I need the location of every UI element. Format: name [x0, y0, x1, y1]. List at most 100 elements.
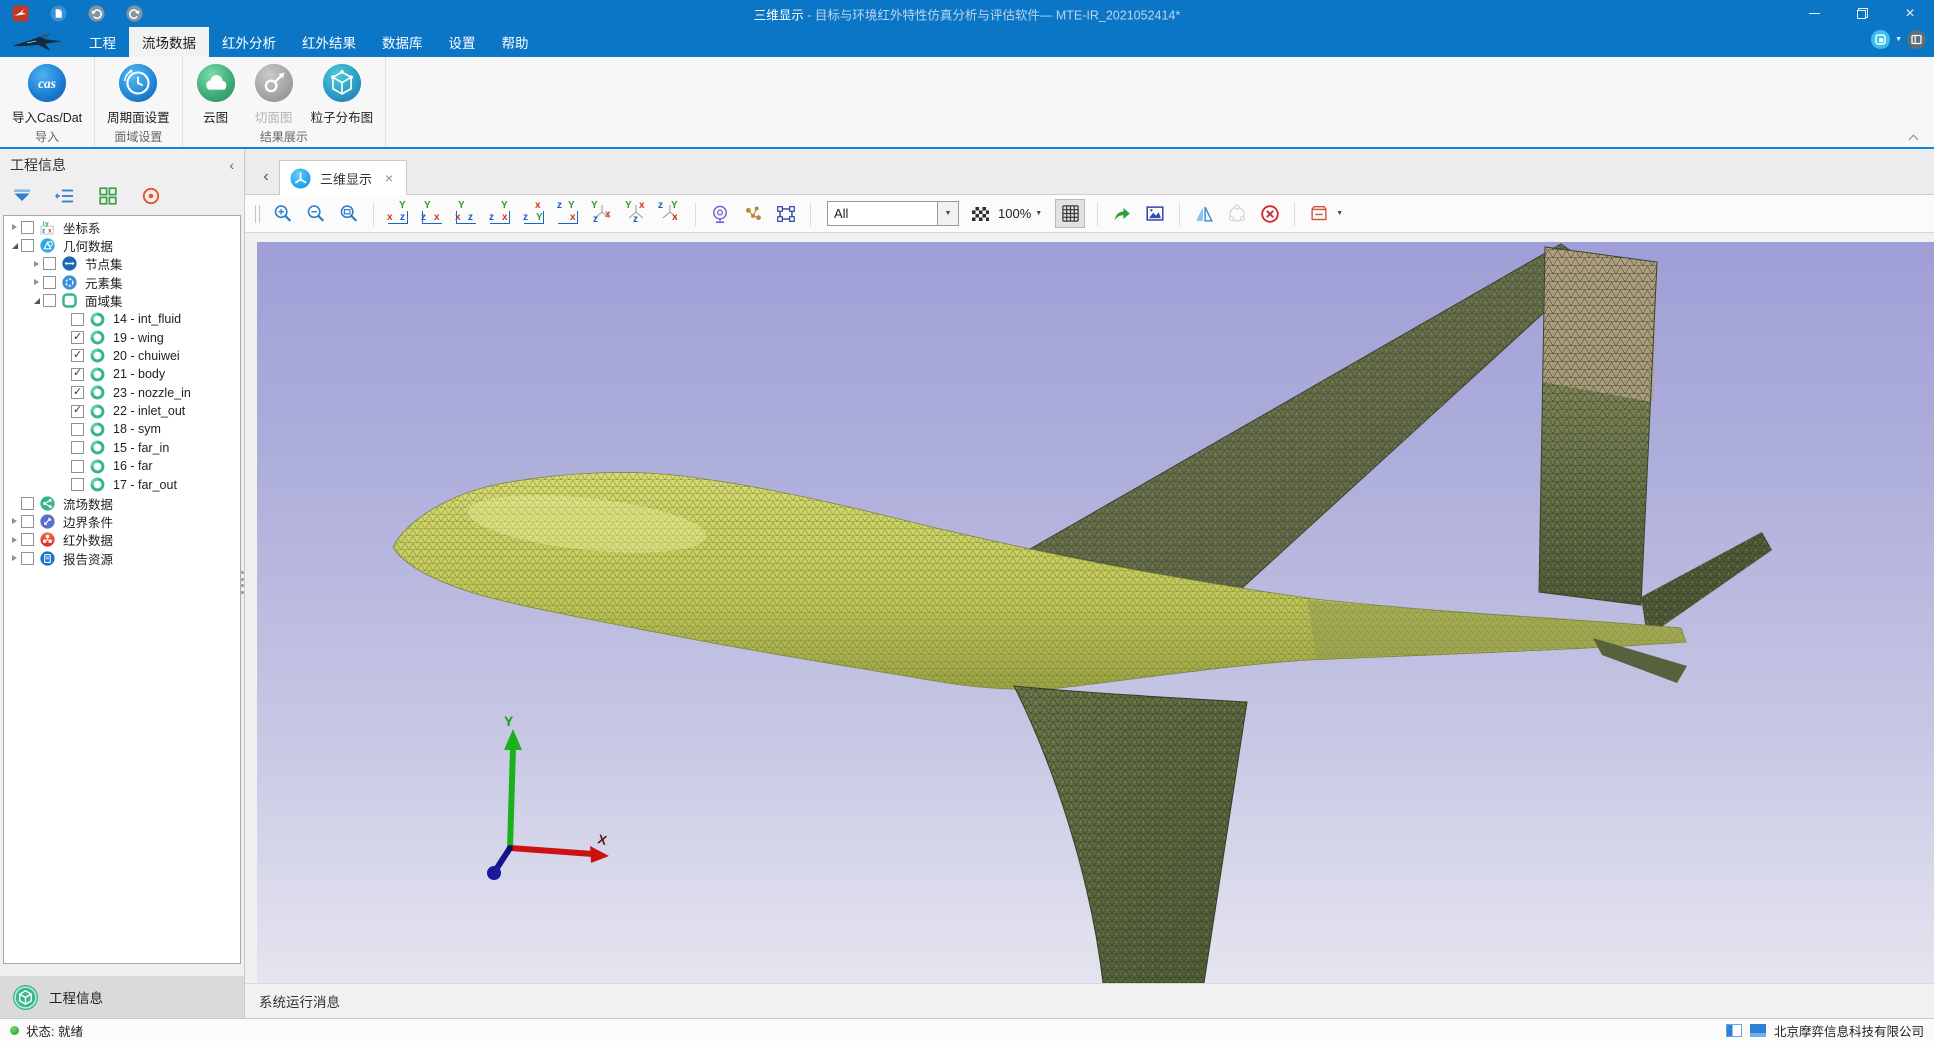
camera-icon[interactable]	[708, 202, 732, 226]
tree-checkbox-sym[interactable]	[71, 423, 84, 436]
viewport-3d-scene[interactable]: Y X	[257, 242, 1934, 983]
view-top-icon[interactable]: xzY	[522, 202, 547, 225]
ribbon-button-particle-distribution[interactable]: 粒子分布图	[304, 60, 381, 126]
tree-item-coordinate-system[interactable]: zxy坐标系	[4, 218, 240, 236]
grid-green-icon[interactable]	[98, 186, 118, 206]
tree-checkbox-coordinate-system[interactable]	[21, 221, 34, 234]
menu-item-flow-data[interactable]: 流场数据	[129, 27, 209, 57]
tree-item-far[interactable]: 16 - far	[4, 457, 240, 475]
tree-checkbox-ir-data[interactable]	[21, 533, 34, 546]
tree-expand-arrow-icon[interactable]	[8, 518, 21, 524]
view-front-icon[interactable]: Yxz	[386, 202, 411, 225]
select-box-icon[interactable]	[774, 202, 798, 226]
tree-item-geometry-data[interactable]: 几何数据	[4, 236, 240, 254]
zoom-window-icon[interactable]	[337, 202, 361, 226]
tree-checkbox-wing[interactable]	[71, 331, 84, 344]
tree-checkbox-inlet_out[interactable]	[71, 405, 84, 418]
style-picker-caret-icon[interactable]: ▼	[1895, 36, 1902, 43]
tab-close-icon[interactable]: ×	[385, 170, 393, 186]
menu-item-ir-results[interactable]: 红外结果	[289, 27, 369, 57]
ribbon-button-cloud-map[interactable]: 云图	[188, 60, 244, 126]
tree-checkbox-report-resources[interactable]	[21, 552, 34, 565]
minimize-button[interactable]	[1790, 0, 1838, 27]
ribbon-button-period-face-setup[interactable]: 周期面设置	[100, 60, 177, 126]
tree-item-nozzle_in[interactable]: 23 - nozzle_in	[4, 384, 240, 402]
layout-picker-icon[interactable]	[1907, 30, 1926, 49]
tree-item-flow-field-data[interactable]: 流场数据	[4, 494, 240, 512]
tree-checkbox-far_in[interactable]	[71, 441, 84, 454]
menu-item-database[interactable]: 数据库	[369, 27, 436, 57]
view-bottom-icon[interactable]: zYx	[556, 202, 581, 225]
tree-checkbox-chuiwei[interactable]	[71, 349, 84, 362]
tab-scroll-left-icon[interactable]: ‹	[253, 168, 279, 186]
tree-item-element-set[interactable]: 元素集	[4, 273, 240, 291]
mirror-icon[interactable]	[1192, 202, 1216, 226]
view-right-icon[interactable]: Yzx	[488, 202, 513, 225]
restore-button[interactable]	[1838, 0, 1886, 27]
tree-expand-arrow-icon[interactable]	[8, 555, 21, 561]
tree-checkbox-element-set[interactable]	[43, 276, 56, 289]
tree-item-far_in[interactable]: 15 - far_in	[4, 439, 240, 457]
grid-toggle-button[interactable]	[1055, 199, 1085, 228]
tree-item-inlet_out[interactable]: 22 - inlet_out	[4, 402, 240, 420]
tree-expand-arrow-icon[interactable]	[8, 243, 21, 249]
menu-item-settings[interactable]: 设置	[436, 27, 489, 57]
view-back-icon[interactable]: Yzx	[420, 202, 445, 225]
export-box-icon[interactable]: ▼	[1307, 202, 1343, 226]
export-arrow-icon[interactable]	[1110, 202, 1134, 226]
tree-item-report-resources[interactable]: 报告资源	[4, 549, 240, 567]
panel-collapse-icon[interactable]: ‹	[229, 158, 234, 172]
target-icon[interactable]	[141, 186, 161, 206]
tree-item-boundary-conditions[interactable]: 边界条件	[4, 512, 240, 530]
opacity-checker-icon[interactable]	[972, 207, 989, 221]
redo-icon[interactable]	[126, 5, 143, 22]
tree-expand-arrow-icon[interactable]	[30, 298, 43, 304]
ribbon-collapse-icon[interactable]	[1908, 133, 1918, 143]
view-iso-back-icon[interactable]: Yxz	[624, 202, 649, 225]
tree-checkbox-nozzle_in[interactable]	[71, 386, 84, 399]
view-iso-front-icon[interactable]: Yxz	[590, 202, 615, 225]
menu-item-project[interactable]: 工程	[76, 27, 129, 57]
layout-panel-icon[interactable]	[1750, 1024, 1766, 1037]
new-doc-icon[interactable]	[50, 5, 67, 22]
tree-checkbox-flow-field-data[interactable]	[21, 497, 34, 510]
ribbon-button-import-cas-dat[interactable]: cas导入Cas/Dat	[5, 60, 89, 126]
delete-icon[interactable]	[1258, 202, 1282, 226]
filter-icon[interactable]	[12, 186, 32, 206]
project-info-footer-button[interactable]: 工程信息	[0, 976, 244, 1018]
tree-item-body[interactable]: 21 - body	[4, 365, 240, 383]
tree-item-node-set[interactable]: 节点集	[4, 255, 240, 273]
display-filter-select[interactable]: All▼	[827, 201, 959, 226]
tree-item-wing[interactable]: 19 - wing	[4, 328, 240, 346]
panel-splitter-handle[interactable]	[241, 571, 244, 594]
tree-item-face-set[interactable]: 面域集	[4, 292, 240, 310]
tree-item-int_fluid[interactable]: 14 - int_fluid	[4, 310, 240, 328]
view-left-icon[interactable]: Yxz	[454, 202, 479, 225]
list-icon[interactable]	[55, 186, 75, 206]
tree-item-chuiwei[interactable]: 20 - chuiwei	[4, 347, 240, 365]
toolbar-drag-handle[interactable]	[255, 205, 260, 223]
tree-expand-arrow-icon[interactable]	[30, 279, 43, 285]
tree-item-far_out[interactable]: 17 - far_out	[4, 475, 240, 493]
layout-split-icon[interactable]	[1726, 1024, 1742, 1037]
menu-item-help[interactable]: 帮助	[489, 27, 542, 57]
snapshot-icon[interactable]	[1143, 202, 1167, 226]
tree-checkbox-int_fluid[interactable]	[71, 313, 84, 326]
combo-dropdown-icon[interactable]: ▼	[937, 202, 958, 225]
viewport-3d[interactable]: Y X	[257, 242, 1934, 983]
tree-checkbox-node-set[interactable]	[43, 257, 56, 270]
tab-3d-display[interactable]: 三维显示 ×	[279, 160, 407, 195]
tree-checkbox-far[interactable]	[71, 460, 84, 473]
app-logo-icon[interactable]	[12, 5, 29, 22]
network-icon[interactable]	[1225, 202, 1249, 226]
zoom-level-select[interactable]: 100%▼	[998, 206, 1042, 221]
tree-checkbox-far_out[interactable]	[71, 478, 84, 491]
tree-checkbox-body[interactable]	[71, 368, 84, 381]
tree-expand-arrow-icon[interactable]	[30, 261, 43, 267]
tree-expand-arrow-icon[interactable]	[8, 537, 21, 543]
undo-icon[interactable]	[88, 5, 105, 22]
tree-checkbox-boundary-conditions[interactable]	[21, 515, 34, 528]
close-button[interactable]: ×	[1886, 0, 1934, 27]
tree-checkbox-geometry-data[interactable]	[21, 239, 34, 252]
view-iso-top-icon[interactable]: zYx	[658, 202, 683, 225]
